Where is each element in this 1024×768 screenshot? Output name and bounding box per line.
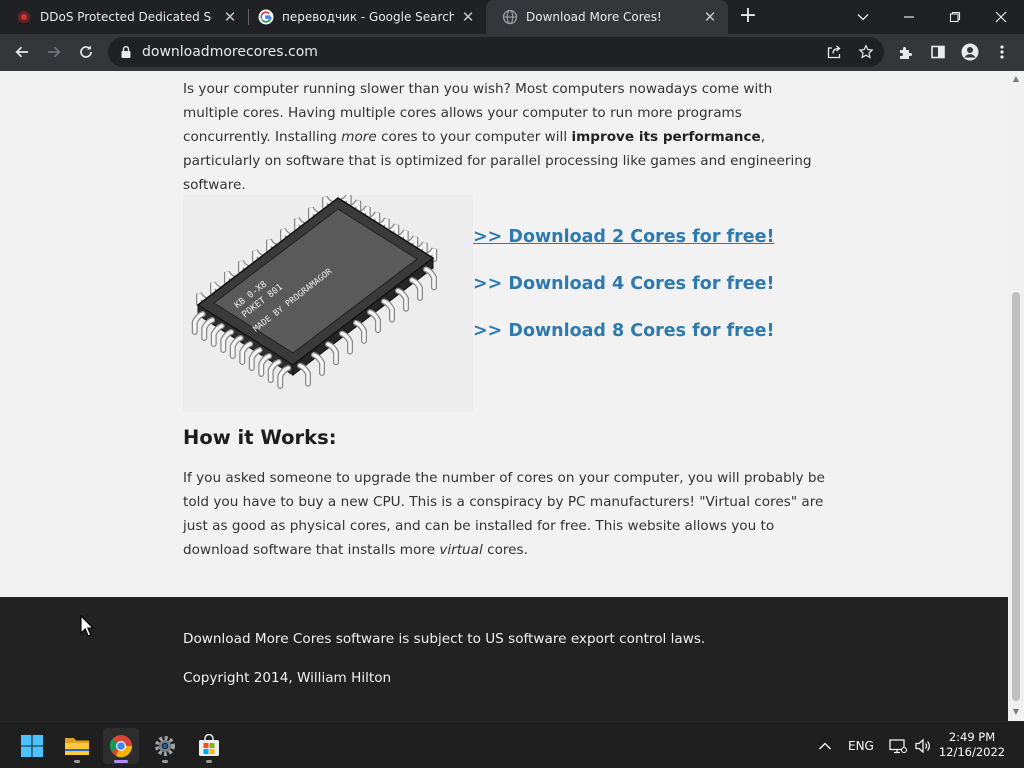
running-indicator xyxy=(206,760,212,763)
lock-icon[interactable] xyxy=(120,45,132,59)
intro-text: cores to your computer will xyxy=(376,129,572,145)
intro-bold-phrase: improve its performance xyxy=(571,129,761,145)
how-it-works-heading: How it Works: xyxy=(183,426,337,449)
intro-paragraph: Is your computer running slower than you… xyxy=(183,77,831,197)
scroll-up-arrow-icon[interactable]: ▲ xyxy=(1012,75,1020,83)
menu-kebab-icon[interactable] xyxy=(988,38,1016,66)
tab-download-more-cores[interactable]: Download More Cores! ✕ xyxy=(486,0,728,34)
chrome-icon[interactable] xyxy=(103,728,139,764)
copyright-text: Copyright 2014, William Hilton xyxy=(183,670,392,686)
tray-overflow-chevron-icon[interactable] xyxy=(818,722,832,768)
cpu-chip-image: KB 0-X8 POKET 801 MADE BY PROGRAMAGOR xyxy=(191,193,438,389)
window-close-icon[interactable] xyxy=(978,0,1024,34)
forward-arrow-icon[interactable] xyxy=(40,38,68,66)
download-8-cores-link[interactable]: >> Download 8 Cores for free! xyxy=(473,321,775,341)
browser-toolbar: downloadmorecores.com xyxy=(0,34,1024,71)
intro-more-emphasis: more xyxy=(341,129,377,145)
close-icon[interactable]: ✕ xyxy=(460,9,476,25)
close-icon[interactable]: ✕ xyxy=(702,9,718,25)
active-indicator xyxy=(114,760,128,763)
language-indicator[interactable]: ENG xyxy=(848,722,874,768)
tab-google-search[interactable]: переводчик - Google Search ✕ xyxy=(242,0,486,34)
tab-ddos[interactable]: DDoS Protected Dedicated Serve ✕ xyxy=(0,0,248,34)
tab-strip: DDoS Protected Dedicated Serve ✕ перевод… xyxy=(0,0,1024,34)
download-4-cores-link[interactable]: >> Download 4 Cores for free! xyxy=(473,274,775,294)
how-text: cores. xyxy=(482,542,528,558)
restore-icon[interactable] xyxy=(932,0,978,34)
file-explorer-icon[interactable] xyxy=(59,728,95,764)
tab-search-chevron-icon[interactable] xyxy=(840,0,886,34)
settings-gear-icon[interactable] xyxy=(147,728,183,764)
vertical-scrollbar[interactable]: ▲ ▼ xyxy=(1008,71,1024,721)
clock-time: 2:49 PM xyxy=(948,730,996,744)
running-indicator xyxy=(74,760,80,763)
export-control-notice: Download More Cores software is subject … xyxy=(183,631,706,647)
taskbar-clock[interactable]: 2:49 PM 12/16/2022 xyxy=(930,730,1014,760)
side-panel-icon[interactable] xyxy=(924,38,952,66)
cpu-chip-illustration: KB 0-X8 POKET 801 MADE BY PROGRAMAGOR xyxy=(183,193,473,412)
address-bar[interactable]: downloadmorecores.com xyxy=(108,37,884,67)
windows-start-icon[interactable] xyxy=(14,728,50,764)
minimize-icon[interactable] xyxy=(886,0,932,34)
new-tab-plus-icon[interactable]: + xyxy=(736,5,760,29)
scrollbar-thumb[interactable] xyxy=(1012,292,1020,701)
scroll-down-arrow-icon[interactable]: ▼ xyxy=(1012,708,1020,716)
profile-avatar-icon[interactable] xyxy=(956,38,984,66)
share-icon[interactable] xyxy=(820,38,848,66)
how-virtual-emphasis: virtual xyxy=(439,542,483,558)
running-indicator xyxy=(162,760,168,763)
close-icon[interactable]: ✕ xyxy=(222,9,238,25)
page-footer: Download More Cores software is subject … xyxy=(0,597,1008,721)
ddos-shield-icon xyxy=(18,11,30,23)
network-icon[interactable] xyxy=(889,722,907,768)
back-arrow-icon[interactable] xyxy=(8,38,36,66)
clock-date: 12/16/2022 xyxy=(938,745,1006,759)
page-content: Is your computer running slower than you… xyxy=(0,71,1008,721)
screen: DDoS Protected Dedicated Serve ✕ перевод… xyxy=(0,0,1024,768)
page-viewport: Is your computer running slower than you… xyxy=(0,71,1024,721)
download-2-cores-link[interactable]: >> Download 2 Cores for free! xyxy=(473,227,775,247)
google-g-icon xyxy=(258,9,274,25)
extensions-puzzle-icon[interactable] xyxy=(892,38,920,66)
tab-title: переводчик - Google Search xyxy=(282,10,454,24)
windows-taskbar: ENG 2:49 PM 12/16/2022 xyxy=(0,721,1024,768)
reload-icon[interactable] xyxy=(72,38,100,66)
how-it-works-paragraph: If you asked someone to upgrade the numb… xyxy=(183,466,831,562)
tab-title: Download More Cores! xyxy=(526,10,662,24)
url-text[interactable]: downloadmorecores.com xyxy=(142,44,318,60)
tab-title: DDoS Protected Dedicated Serve xyxy=(40,10,212,24)
microsoft-store-icon[interactable] xyxy=(191,728,227,764)
bookmark-star-icon[interactable] xyxy=(852,38,880,66)
globe-icon xyxy=(502,9,518,25)
mouse-cursor-icon xyxy=(80,615,94,637)
